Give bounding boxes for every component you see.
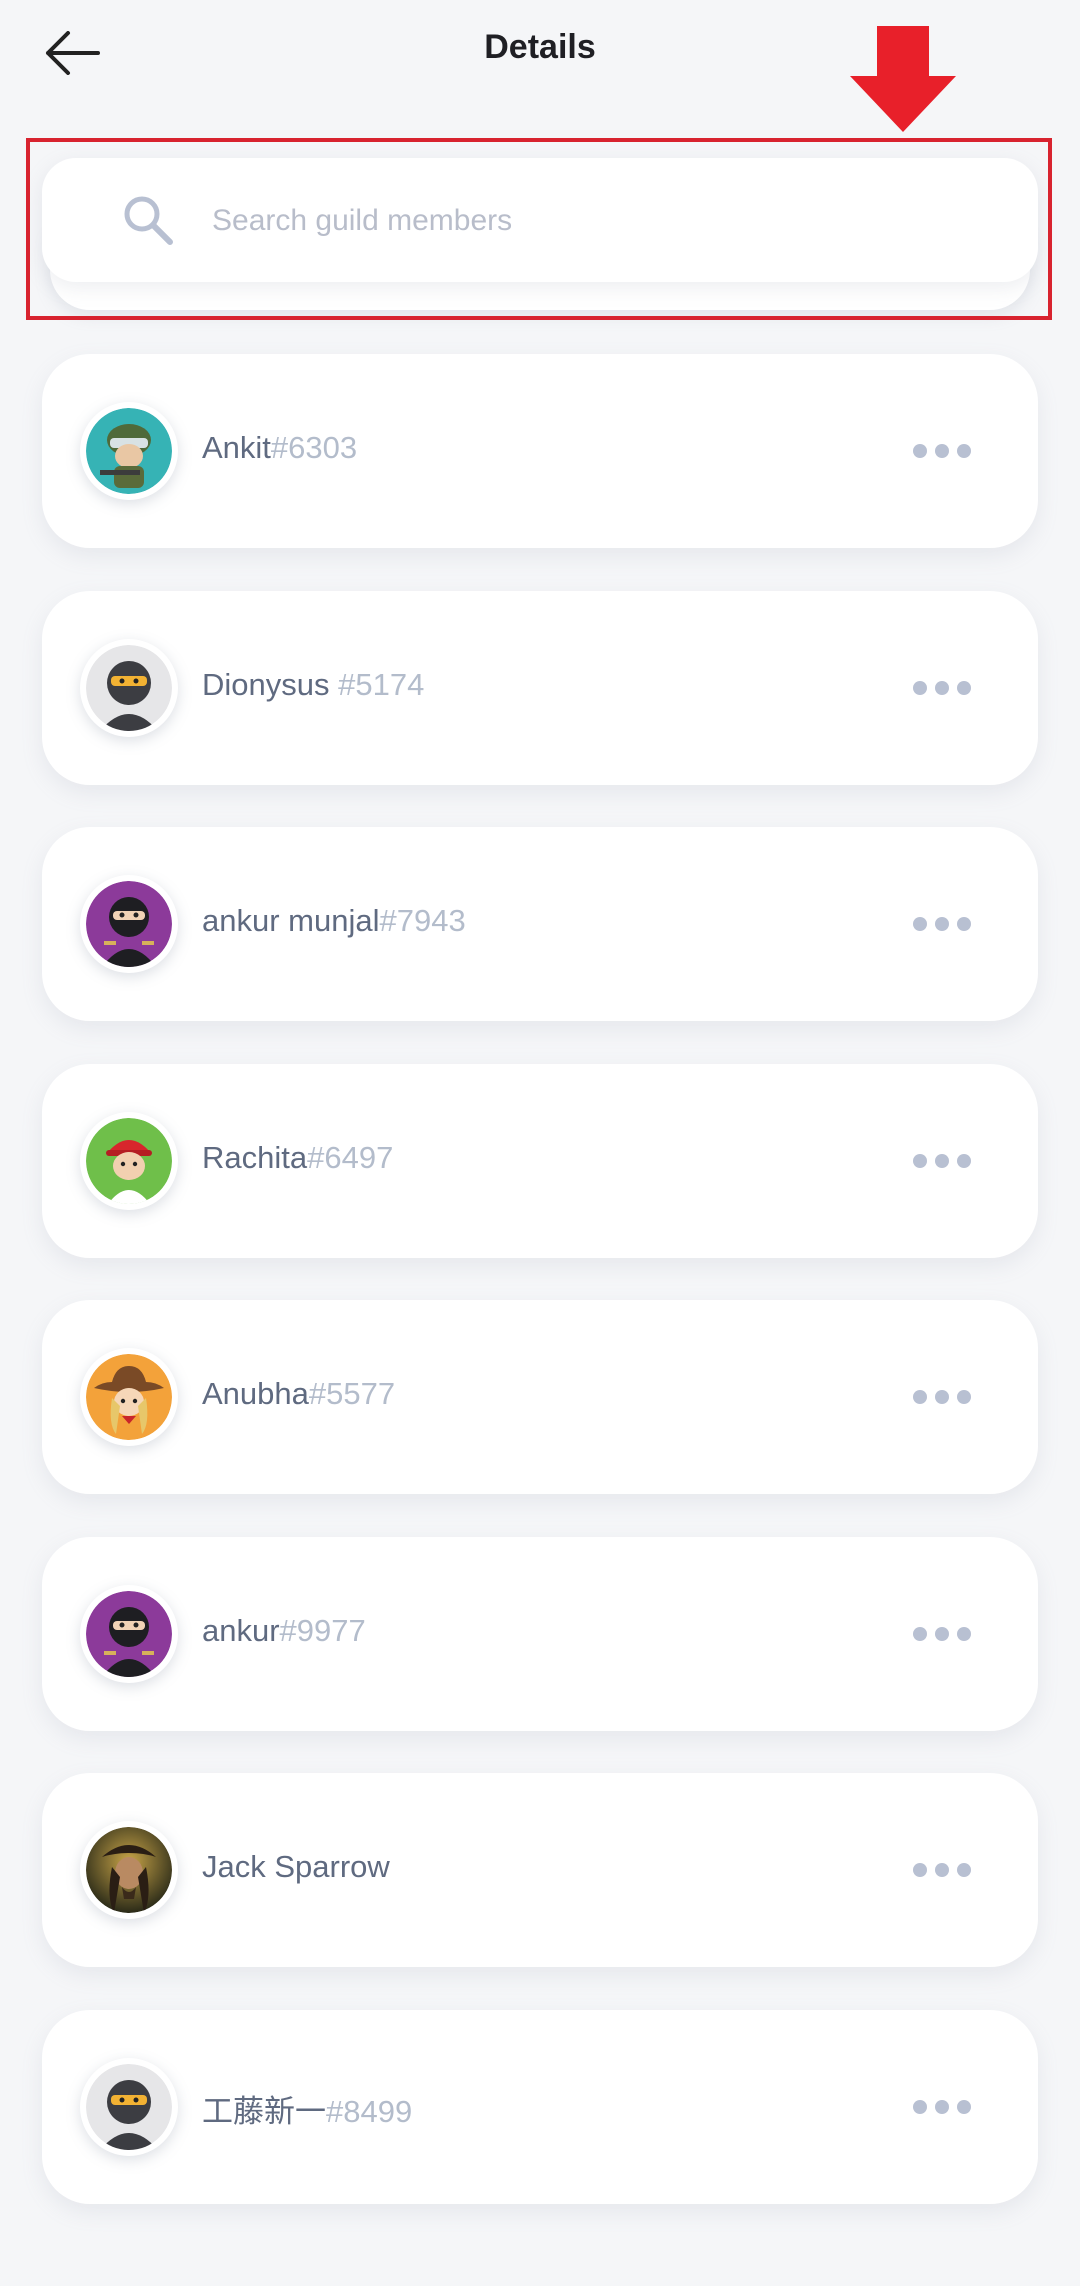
member-username: Rachita <box>202 1139 308 1175</box>
more-dots-icon <box>913 1863 971 1877</box>
annotation-arrow-icon <box>850 26 956 132</box>
member-name: 工藤新一#8499 <box>202 2086 412 2131</box>
purple-ninja-avatar-icon <box>86 1590 172 1677</box>
photo-avatar-icon <box>86 1827 172 1913</box>
member-username: Ankit <box>202 430 271 465</box>
avatar <box>80 1821 178 1919</box>
member-username: Dionysus <box>202 666 339 702</box>
more-options-button[interactable] <box>902 1843 982 1897</box>
more-options-button[interactable] <box>902 1134 982 1188</box>
avatar <box>80 1348 178 1446</box>
more-dots-icon <box>913 680 971 695</box>
member-username: ankur munjal <box>202 903 380 938</box>
avatar <box>80 875 178 973</box>
more-dots-icon <box>913 1153 971 1168</box>
member-card[interactable]: ankur munjal#7943 <box>42 827 1038 1021</box>
more-dots-icon <box>913 1626 971 1641</box>
member-tag: #8499 <box>326 2093 413 2129</box>
member-name: Anubha#5577 <box>202 1376 395 1412</box>
gray-ninja-avatar-icon <box>86 644 172 731</box>
purple-ninja-avatar-icon <box>86 881 172 967</box>
more-dots-icon <box>913 2099 971 2114</box>
member-name: Ankit#6303 <box>202 430 357 466</box>
member-card[interactable]: Dionysus #5174 <box>42 590 1038 785</box>
avatar <box>80 402 178 500</box>
member-tag: #5174 <box>338 666 425 702</box>
avatar <box>80 2057 178 2156</box>
more-options-button[interactable] <box>902 2080 982 2134</box>
member-card[interactable]: ankur#9977 <box>42 1536 1038 1731</box>
member-username: Anubha <box>202 1376 309 1411</box>
member-tag: #7943 <box>379 903 466 938</box>
member-card[interactable]: Rachita#6497 <box>42 1063 1038 1258</box>
member-tag: #6497 <box>307 1139 394 1175</box>
member-tag: #9977 <box>279 1612 366 1648</box>
member-name: Jack Sparrow <box>202 1849 390 1885</box>
more-dots-icon <box>913 917 971 931</box>
member-username: ankur <box>202 1612 280 1648</box>
gray-ninja-avatar-icon <box>86 2063 172 2150</box>
member-name: Dionysus #5174 <box>202 667 424 703</box>
red-cap-avatar-icon <box>86 1117 172 1204</box>
member-card[interactable]: Anubha#5577 <box>42 1300 1038 1494</box>
cowgirl-avatar-icon <box>86 1354 172 1440</box>
annotation-highlight-box <box>26 138 1052 320</box>
more-dots-icon <box>913 1390 971 1404</box>
more-options-button[interactable] <box>902 1370 982 1424</box>
soldier-avatar-icon <box>86 408 172 494</box>
avatar <box>80 638 178 737</box>
member-username: 工藤新一 <box>202 2093 326 2129</box>
member-username: Jack Sparrow <box>202 1849 390 1884</box>
more-options-button[interactable] <box>902 424 982 478</box>
more-options-button[interactable] <box>902 1607 982 1661</box>
member-name: ankur#9977 <box>202 1613 366 1649</box>
member-tag: #5577 <box>308 1376 396 1411</box>
more-options-button[interactable] <box>902 661 982 715</box>
more-options-button[interactable] <box>902 897 982 951</box>
member-card[interactable]: Jack Sparrow <box>42 1773 1038 1967</box>
avatar <box>80 1111 178 1210</box>
member-name: ankur munjal#7943 <box>202 903 466 939</box>
avatar <box>80 1584 178 1683</box>
member-list: Ankit#6303 Dionysus #5174 ankur munjal#7… <box>42 354 1038 2246</box>
member-card[interactable]: 工藤新一#8499 <box>42 2009 1038 2204</box>
member-name: Rachita#6497 <box>202 1140 393 1176</box>
member-tag: #6303 <box>270 430 358 465</box>
more-dots-icon <box>913 444 971 458</box>
member-card[interactable]: Ankit#6303 <box>42 354 1038 548</box>
